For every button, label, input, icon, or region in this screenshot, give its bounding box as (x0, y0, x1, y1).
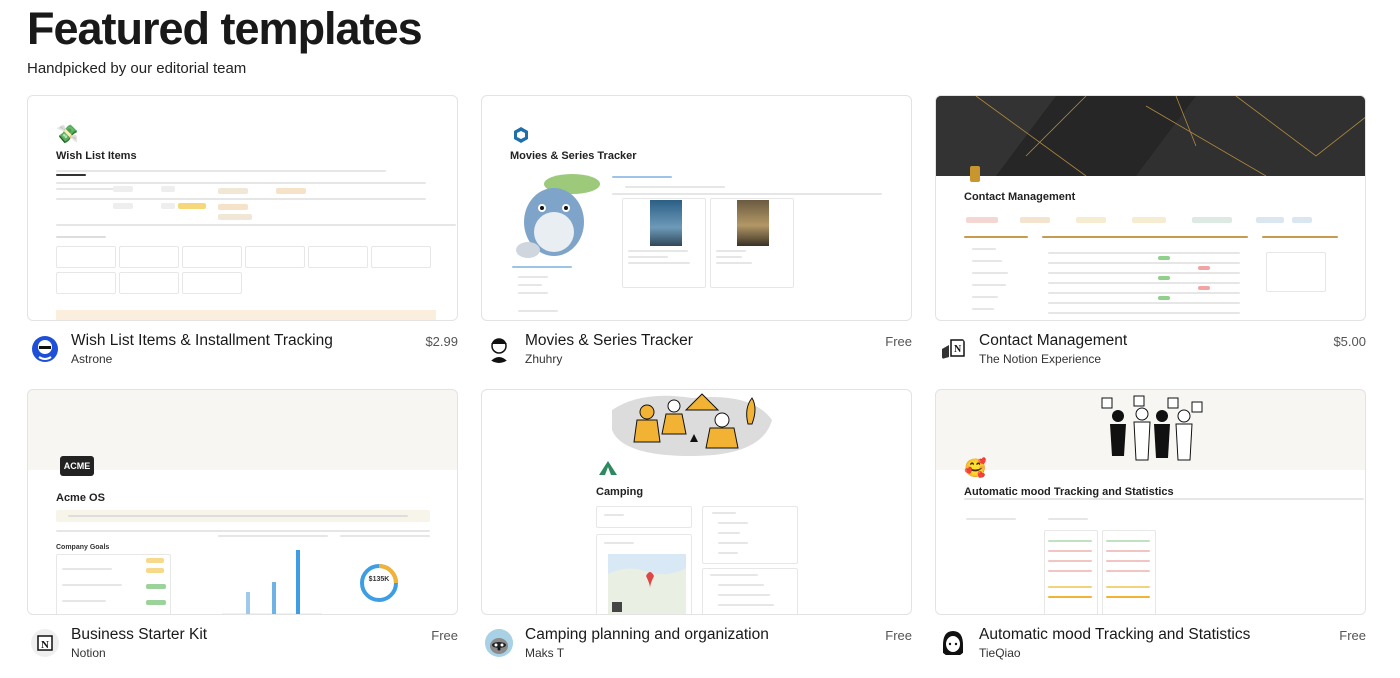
section-heading: Company Goals (56, 544, 110, 551)
ring-chart-value: $135K (368, 576, 390, 583)
page-title: Featured templates (27, 3, 423, 54)
card-author[interactable]: The Notion Experience (979, 352, 1101, 366)
camping-illustration (602, 390, 782, 465)
svg-text:N: N (954, 344, 962, 355)
avatar[interactable] (485, 335, 513, 363)
avatar[interactable] (485, 629, 513, 657)
card-price: Free (431, 628, 458, 643)
card-title[interactable]: Contact Management (979, 332, 1127, 350)
card-title[interactable]: Camping planning and organization (525, 626, 769, 644)
card-price: Free (1339, 628, 1366, 643)
template-preview[interactable]: Camping (481, 389, 912, 615)
preview-heading: Wish List Items (56, 150, 137, 162)
template-card-wish-list[interactable]: 💸 Wish List Items Wish List Items & Inst… (27, 95, 458, 375)
bar-chart-preview (218, 540, 328, 614)
template-card-camping[interactable]: Camping Camping planning and organizatio… (481, 389, 912, 669)
avatar[interactable]: N (31, 629, 59, 657)
template-preview[interactable]: Movies & Series Tracker (481, 95, 912, 321)
avatar[interactable] (939, 629, 967, 657)
card-author[interactable]: TieQiao (979, 646, 1021, 660)
template-preview[interactable]: Contact Management (935, 95, 1366, 321)
card-price: $2.99 (425, 334, 458, 349)
template-card-movies[interactable]: Movies & Series Tracker Movies & Series … (481, 95, 912, 375)
template-preview[interactable]: 💸 Wish List Items (27, 95, 458, 321)
cover-image (936, 96, 1365, 177)
card-author[interactable]: Notion (71, 646, 106, 660)
card-title[interactable]: Business Starter Kit (71, 626, 207, 644)
preview-heading: Contact Management (964, 191, 1076, 203)
page-subtitle: Handpicked by our editorial team (27, 60, 247, 77)
card-title[interactable]: Movies & Series Tracker (525, 332, 693, 350)
acme-logo: ACME (60, 456, 94, 476)
preview-heading: Movies & Series Tracker (510, 150, 637, 162)
card-title[interactable]: Automatic mood Tracking and Statistics (979, 626, 1250, 644)
notebook-icon (970, 166, 980, 182)
preview-heading: Acme OS (56, 492, 105, 504)
template-card-business-starter-kit[interactable]: ACME Acme OS Company Goals $135K N Busin… (27, 389, 458, 669)
card-author[interactable]: Zhuhry (525, 352, 562, 366)
template-card-contact-management[interactable]: Contact Management N Contact Management … (935, 95, 1366, 375)
money-bag-icon: 💸 (56, 124, 79, 144)
svg-text:N: N (41, 639, 49, 651)
smiling-face-with-hearts-icon: 🥰 (964, 458, 987, 478)
map-preview (608, 554, 686, 614)
tent-icon (598, 460, 618, 481)
people-illustration (1096, 394, 1206, 471)
card-price: Free (885, 628, 912, 643)
template-preview[interactable]: ACME Acme OS Company Goals $135K (27, 389, 458, 615)
totoro-illustration-icon (512, 172, 604, 267)
card-title[interactable]: Wish List Items & Installment Tracking (71, 332, 333, 350)
card-author[interactable]: Astrone (71, 352, 112, 366)
card-price: Free (885, 334, 912, 349)
avatar[interactable]: N (939, 335, 967, 363)
avatar[interactable] (31, 335, 59, 363)
template-preview[interactable]: 🥰 Automatic mood Tracking and Statistics (935, 389, 1366, 615)
card-price: $5.00 (1333, 334, 1366, 349)
ring-chart-preview (358, 562, 400, 609)
hex-logo-icon (512, 126, 530, 149)
card-author[interactable]: Maks T (525, 646, 564, 660)
template-card-mood-tracking[interactable]: 🥰 Automatic mood Tracking and Statistics… (935, 389, 1366, 669)
preview-heading: Camping (596, 486, 644, 498)
preview-heading: Automatic mood Tracking and Statistics (964, 486, 1174, 498)
